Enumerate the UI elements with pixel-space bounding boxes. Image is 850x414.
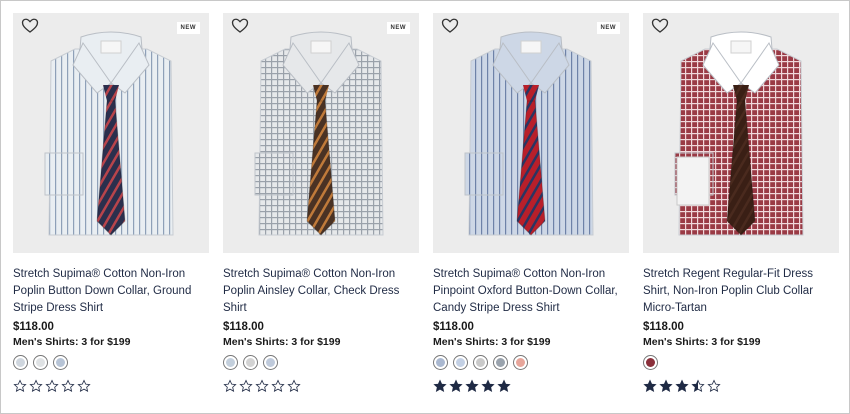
swatch-fill [646,358,655,367]
star-filled-icon [433,379,447,392]
star-empty-icon [223,379,237,392]
star-empty-icon [61,379,75,392]
star-filled-icon [675,379,689,392]
color-swatch[interactable] [433,355,448,370]
product-image[interactable]: NEW [433,13,629,253]
heart-icon[interactable] [651,17,669,35]
color-swatch[interactable] [493,355,508,370]
color-swatch[interactable] [263,355,278,370]
star-filled-icon [465,379,479,392]
product-card[interactable]: Stretch Regent Regular-Fit Dress Shirt, … [643,13,839,393]
shirt-illustration [254,31,384,236]
color-swatches [433,355,629,370]
promo-text: Men's Shirts: 3 for $199 [13,336,131,348]
product-title[interactable]: Stretch Supima® Cotton Non-Iron Poplin B… [13,266,209,317]
color-swatch[interactable] [643,355,658,370]
swatch-fill [496,358,505,367]
promo-text: Men's Shirts: 3 for $199 [223,336,341,348]
swatch-fill [436,358,445,367]
color-swatch[interactable] [453,355,468,370]
product-title[interactable]: Stretch Supima® Cotton Non-Iron Poplin A… [223,266,419,317]
rating-stars [433,379,629,393]
star-filled-icon [481,379,495,392]
product-card[interactable]: NEW Stretch Supima® Cotton Non-Iron Popl… [223,13,419,393]
color-swatch[interactable] [53,355,68,370]
product-grid: NEW Stretch Supima® Cotton Non-Iron Popl… [13,13,839,393]
color-swatch[interactable] [473,355,488,370]
rating-stars [13,379,209,393]
color-swatches [13,355,209,370]
swatch-fill [226,358,235,367]
star-empty-icon [29,379,43,392]
star-filled-icon [449,379,463,392]
color-swatches [223,355,419,370]
color-swatch[interactable] [243,355,258,370]
star-empty-icon [45,379,59,392]
star-empty-icon [707,379,721,392]
swatch-fill [476,358,485,367]
star-empty-icon [239,379,253,392]
star-empty-icon [271,379,285,392]
color-swatches [643,355,839,370]
swatch-fill [36,358,45,367]
color-swatch[interactable] [33,355,48,370]
product-title[interactable]: Stretch Regent Regular-Fit Dress Shirt, … [643,266,839,317]
product-price: $118.00 [223,321,264,333]
star-empty-icon [287,379,301,392]
star-filled-icon [659,379,673,392]
shirt-illustration [464,31,594,236]
rating-stars [643,379,839,393]
product-price: $118.00 [643,321,684,333]
new-badge: NEW [596,22,620,34]
swatch-fill [456,358,465,367]
swatch-fill [516,358,525,367]
color-swatch[interactable] [513,355,528,370]
heart-icon[interactable] [21,17,39,35]
product-image[interactable]: NEW [13,13,209,253]
promo-text: Men's Shirts: 3 for $199 [643,336,761,348]
heart-icon[interactable] [441,17,459,35]
star-empty-icon [77,379,91,392]
star-empty-icon [255,379,269,392]
color-swatch[interactable] [13,355,28,370]
swatch-fill [16,358,25,367]
swatch-fill [266,358,275,367]
rating-stars [223,379,419,393]
heart-icon[interactable] [231,17,249,35]
product-card[interactable]: NEW Stretch Supima® Cotton Non-Iron Pinp… [433,13,629,393]
star-filled-icon [643,379,657,392]
product-title[interactable]: Stretch Supima® Cotton Non-Iron Pinpoint… [433,266,629,317]
new-badge: NEW [176,22,200,34]
shirt-illustration [44,31,174,236]
product-card[interactable]: NEW Stretch Supima® Cotton Non-Iron Popl… [13,13,209,393]
color-swatch[interactable] [223,355,238,370]
shirt-illustration [674,31,804,236]
product-image[interactable] [643,13,839,253]
promo-text: Men's Shirts: 3 for $199 [433,336,551,348]
product-price: $118.00 [433,321,474,333]
star-filled-icon [497,379,511,392]
swatch-fill [246,358,255,367]
swatch-fill [56,358,65,367]
star-half-icon [691,379,705,392]
star-empty-icon [13,379,27,392]
product-image[interactable]: NEW [223,13,419,253]
product-price: $118.00 [13,321,54,333]
new-badge: NEW [386,22,410,34]
